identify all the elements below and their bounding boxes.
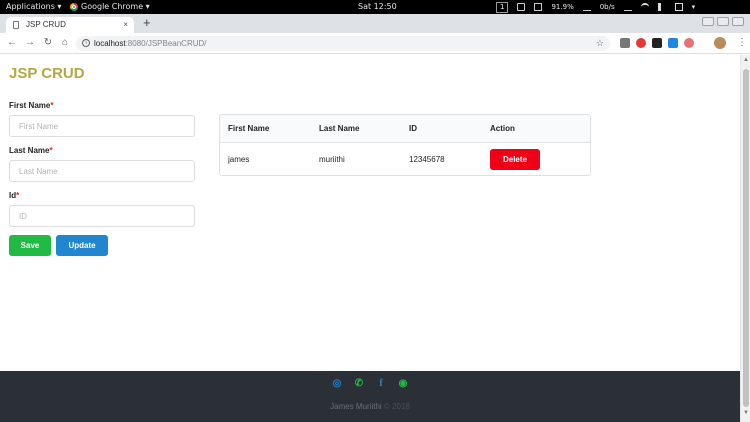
- active-app-label: Google Chrome ▾: [81, 2, 150, 11]
- facebook-icon[interactable]: f: [376, 379, 386, 389]
- active-app-menu[interactable]: Google Chrome ▾: [70, 0, 150, 14]
- network-chart-icon: [623, 3, 632, 11]
- id-label: Id*: [9, 191, 20, 200]
- tab-title: JSP CRUD: [26, 20, 66, 29]
- extensions-area: [620, 38, 694, 48]
- copyright-year: © 2018: [383, 402, 410, 411]
- author-name: James Muriithi: [330, 402, 382, 411]
- volume-icon[interactable]: [657, 3, 666, 11]
- system-top-bar: Applications ▾ Google Chrome ▾ Sat 12:50…: [0, 0, 750, 14]
- column-header-id: ID: [409, 123, 417, 133]
- cell-action: Delete: [482, 142, 590, 175]
- browser-toolbar: ← → ↻ ⌂ i localhost:8080/JSPBeanCRUD/ ☆ …: [0, 33, 750, 54]
- records-table-card: First Name Last Name ID Action james mur…: [219, 114, 591, 176]
- table-row: james muriithi 12345678 Delete: [220, 142, 590, 175]
- save-button[interactable]: Save: [9, 235, 51, 256]
- cpu-chart-icon: [582, 3, 591, 11]
- network-speed: 0b/s: [599, 3, 615, 11]
- scroll-down-arrow-icon[interactable]: ▼: [743, 410, 749, 416]
- phone-icon[interactable]: ✆: [354, 379, 364, 389]
- evernote-extension-icon[interactable]: [652, 38, 662, 48]
- crud-form: First Name* Last Name* Id* Save Update: [9, 101, 195, 256]
- page-icon: [13, 21, 19, 29]
- tab-strip: JSP CRUD ×: [0, 14, 750, 33]
- last-name-input[interactable]: [9, 160, 195, 182]
- maximize-button[interactable]: [717, 17, 729, 26]
- column-header-last-name: Last Name: [319, 123, 360, 133]
- applications-menu[interactable]: Applications ▾: [6, 0, 61, 14]
- bookmark-star-icon[interactable]: ☆: [596, 36, 604, 51]
- wifi-icon[interactable]: [640, 3, 649, 11]
- color-picker-extension-icon[interactable]: [684, 38, 694, 48]
- minimize-button[interactable]: [702, 17, 714, 26]
- back-arrow-icon[interactable]: ←: [5, 36, 19, 50]
- table-header-row: First Name Last Name ID Action: [220, 115, 590, 142]
- address-bar[interactable]: i localhost:8080/JSPBeanCRUD/ ☆: [76, 36, 610, 51]
- window-controls: [702, 17, 744, 26]
- new-tab-button[interactable]: +: [143, 14, 151, 32]
- adblock-extension-icon[interactable]: [636, 38, 646, 48]
- chrome-icon: [70, 3, 78, 11]
- system-tray: 1 91.9% 0b/s ▾: [496, 0, 700, 14]
- scroll-thumb[interactable]: [743, 69, 749, 407]
- form-actions: Save Update: [9, 235, 195, 256]
- avatar[interactable]: [714, 37, 726, 49]
- delete-button[interactable]: Delete: [490, 148, 540, 170]
- records-table: First Name Last Name ID Action james mur…: [220, 115, 590, 175]
- clock[interactable]: Sat 12:50: [358, 0, 397, 14]
- more-menu-icon[interactable]: ⋮: [737, 36, 747, 50]
- whatsapp-icon[interactable]: ◉: [398, 379, 408, 389]
- site-info-icon[interactable]: i: [82, 39, 90, 47]
- url-host: localhost: [94, 39, 126, 48]
- column-header-action: Action: [490, 123, 515, 133]
- copyright: James Muriithi © 2018: [0, 402, 740, 411]
- page-title: JSP CRUD: [9, 65, 85, 82]
- cell-id: 12345678: [409, 154, 445, 164]
- power-menu-icon[interactable]: ▾: [692, 3, 700, 11]
- reload-icon[interactable]: ↻: [41, 36, 55, 50]
- update-button[interactable]: Update: [56, 235, 108, 256]
- github-icon[interactable]: ◎: [332, 379, 342, 389]
- social-links: ◎ ✆ f ◉: [332, 379, 408, 389]
- first-name-label: First Name*: [9, 101, 54, 110]
- page-scrollbar[interactable]: ▲ ▼: [740, 55, 750, 422]
- cell-last-name: muriithi: [319, 154, 345, 164]
- scroll-up-arrow-icon[interactable]: ▲: [743, 57, 749, 63]
- coffee-icon[interactable]: [517, 3, 526, 11]
- url-path: :8080/JSPBeanCRUD/: [125, 39, 207, 48]
- first-name-input[interactable]: [9, 115, 195, 137]
- close-window-button[interactable]: [732, 17, 744, 26]
- required-marker: *: [50, 101, 54, 110]
- id-input[interactable]: [9, 205, 195, 227]
- home-icon[interactable]: ⌂: [58, 36, 72, 50]
- last-name-label: Last Name*: [9, 146, 53, 155]
- page-content: JSP CRUD First Name* Last Name* Id* Save…: [0, 55, 740, 371]
- column-header-first-name: First Name: [228, 123, 270, 133]
- required-marker: *: [16, 191, 20, 200]
- battery-icon[interactable]: [674, 3, 683, 11]
- site-footer: ◎ ✆ f ◉ James Muriithi © 2018: [0, 371, 740, 422]
- cell-first-name: james: [228, 154, 250, 164]
- tab-close-icon[interactable]: ×: [123, 17, 128, 33]
- browser-tab[interactable]: JSP CRUD ×: [6, 17, 134, 33]
- camera-extension-icon[interactable]: [620, 38, 630, 48]
- cpu-usage: 91.9%: [551, 3, 574, 11]
- workspace-indicator[interactable]: 1: [496, 1, 509, 13]
- dashlane-extension-icon[interactable]: [668, 38, 678, 48]
- forward-arrow-icon[interactable]: →: [23, 36, 37, 50]
- required-marker: *: [49, 146, 53, 155]
- monitor-icon[interactable]: [534, 3, 543, 11]
